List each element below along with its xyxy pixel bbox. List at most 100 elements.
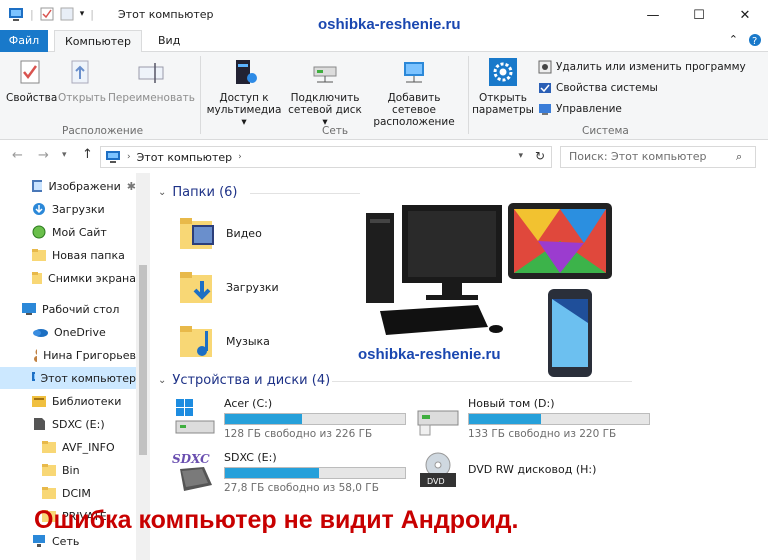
settings-gear-icon bbox=[489, 58, 517, 86]
uninstall-program-button[interactable]: Удалить или изменить программу bbox=[538, 60, 746, 74]
chevron-down-icon: ⌄ bbox=[158, 187, 167, 198]
forward-arrow-icon[interactable]: → bbox=[38, 148, 49, 163]
system-properties-icon bbox=[539, 83, 551, 93]
nav-label: Этот компьютер bbox=[40, 371, 137, 385]
group-location: Расположение bbox=[62, 125, 144, 137]
add-network-location-button[interactable]: Добавить сетевое расположение bbox=[364, 58, 464, 128]
tab-view[interactable]: Вид bbox=[148, 30, 190, 52]
close-button[interactable]: ✕ bbox=[722, 0, 768, 30]
folder-label: Музыка bbox=[226, 334, 270, 348]
onedrive-cloud-icon bbox=[33, 329, 48, 337]
nav-item-libraries[interactable]: Библиотеки bbox=[0, 390, 136, 412]
network-drive-icon bbox=[313, 66, 337, 83]
folder-item-downloads[interactable]: Загрузки bbox=[178, 269, 279, 305]
nav-item-avf-info[interactable]: AVF_INFO bbox=[0, 436, 136, 458]
explorer-icon bbox=[9, 8, 23, 21]
back-arrow-icon[interactable]: ← bbox=[12, 148, 23, 163]
devices-section-header[interactable]: ⌄ Устройства и диски (4) bbox=[158, 373, 330, 388]
nav-item-my-site[interactable]: Мой Сайт bbox=[0, 221, 136, 243]
folder-item-video[interactable]: Видео bbox=[178, 215, 262, 251]
nav-label: Изображени bbox=[48, 179, 121, 193]
properties-button[interactable]: Свойства bbox=[6, 58, 57, 104]
address-dropdown-icon[interactable]: ▾ bbox=[518, 151, 523, 161]
folders-header-label: Папки (6) bbox=[172, 185, 238, 200]
address-bar[interactable]: › Этот компьютер › ▾ ↻ bbox=[100, 146, 552, 168]
folders-section-header[interactable]: ⌄ Папки (6) bbox=[158, 185, 237, 200]
nav-label: AVF_INFO bbox=[62, 440, 115, 454]
content-pane: ⌄ Папки (6) Видео Загрузки Музыка ⌄ Устр… bbox=[150, 173, 768, 560]
nav-item-desktop[interactable]: Рабочий стол bbox=[0, 298, 136, 320]
nav-item-this-pc[interactable]: Этот компьютер bbox=[0, 367, 136, 389]
drive-free-space: 133 ГБ свободно из 220 ГБ bbox=[468, 428, 617, 440]
open-settings-label-1: Открыть bbox=[479, 92, 527, 104]
navigation-pane: Изображени ✱ Загрузки Мой Сайт Новая пап… bbox=[0, 173, 150, 560]
properties-qa-icon[interactable] bbox=[40, 7, 54, 21]
up-arrow-icon[interactable]: ↑ bbox=[82, 147, 93, 162]
nav-label: Bin bbox=[62, 463, 80, 477]
media-access-label-1: Доступ к bbox=[219, 92, 269, 104]
tab-computer[interactable]: Компьютер bbox=[54, 30, 142, 53]
nav-item-pictures[interactable]: Изображени ✱ bbox=[0, 175, 136, 197]
breadcrumb-chevron-icon[interactable]: › bbox=[238, 152, 242, 162]
svg-text:?: ? bbox=[752, 36, 757, 47]
nav-label: Сеть bbox=[52, 534, 80, 548]
nav-item-onedrive[interactable]: OneDrive bbox=[0, 321, 136, 343]
media-access-button[interactable]: Доступ к мультимедиа ▾ bbox=[204, 58, 284, 128]
maximize-button[interactable]: ☐ bbox=[676, 0, 722, 30]
open-settings-button[interactable]: Открыть параметры bbox=[472, 58, 534, 116]
new-folder-qa-icon[interactable] bbox=[60, 7, 74, 21]
devices-header-label: Устройства и диски (4) bbox=[172, 373, 331, 388]
uninstall-label: Удалить или изменить программу bbox=[556, 61, 746, 73]
rename-button[interactable]: Переименовать bbox=[108, 58, 195, 104]
user-icon bbox=[34, 349, 38, 362]
folder-icon bbox=[32, 249, 46, 261]
network-icon bbox=[33, 535, 45, 547]
breadcrumb-this-pc[interactable]: Этот компьютер bbox=[137, 151, 233, 164]
nav-scrollbar-thumb[interactable] bbox=[139, 265, 147, 455]
nav-item-dcim[interactable]: DCIM bbox=[0, 482, 136, 504]
search-input[interactable]: Поиск: Этот компьютер bbox=[560, 146, 756, 168]
folder-icon bbox=[32, 272, 43, 284]
drive-item-e[interactable]: SDXC SDXC (E:) 27,8 ГБ свободно из 58,0 … bbox=[172, 451, 406, 495]
watermark-middle: oshibka-reshenie.ru bbox=[358, 346, 501, 363]
minimize-button[interactable]: — bbox=[630, 0, 676, 30]
map-drive-label-1: Подключить bbox=[290, 92, 360, 104]
drive-free-space: 27,8 ГБ свободно из 58,0 ГБ bbox=[224, 482, 379, 494]
ribbon-tabs: Файл Компьютер Вид ⌃ ? bbox=[0, 30, 768, 53]
breadcrumb-separator-icon[interactable]: › bbox=[127, 152, 131, 162]
hard-drive-icon bbox=[417, 410, 459, 436]
nav-item-sdxc[interactable]: SDXC (E:) bbox=[0, 413, 136, 435]
nav-label: Загрузки bbox=[52, 202, 105, 216]
nav-item-screenshots[interactable]: Снимки экрана bbox=[0, 267, 136, 289]
sdxc-logo-text: SDXC bbox=[172, 452, 210, 466]
drive-item-c[interactable]: Acer (C:) 128 ГБ свободно из 226 ГБ bbox=[172, 397, 406, 441]
drive-item-h[interactable]: DVD DVD RW дисковод (H:) bbox=[416, 451, 596, 491]
rename-icon bbox=[138, 63, 164, 83]
nav-label: Новая папка bbox=[52, 248, 125, 262]
drive-usage-bar bbox=[224, 413, 406, 425]
add-network-label-1: Добавить сетевое bbox=[387, 92, 441, 116]
manage-button[interactable]: Управление bbox=[538, 102, 622, 116]
nav-scrollbar[interactable] bbox=[136, 173, 150, 560]
help-icon[interactable]: ? bbox=[748, 33, 762, 47]
media-server-icon bbox=[236, 60, 257, 84]
nav-item-downloads[interactable]: Загрузки bbox=[0, 198, 136, 220]
nav-item-new-folder[interactable]: Новая папка bbox=[0, 244, 136, 266]
drive-item-d[interactable]: Новый том (D:) 133 ГБ свободно из 220 ГБ bbox=[416, 397, 650, 441]
customize-qa-icon[interactable]: ▾ bbox=[80, 9, 85, 19]
properties-icon bbox=[20, 60, 40, 84]
pin-icon: ✱ bbox=[126, 179, 136, 193]
open-button[interactable]: Открыть bbox=[58, 58, 106, 104]
recent-locations-icon[interactable]: ▾ bbox=[62, 150, 67, 160]
nav-label: Рабочий стол bbox=[42, 302, 120, 316]
nav-item-bin[interactable]: Bin bbox=[0, 459, 136, 481]
folder-item-music[interactable]: Музыка bbox=[178, 323, 270, 359]
map-drive-button[interactable]: Подключить сетевой диск ▾ bbox=[286, 58, 364, 128]
sdxc-drive-icon: SDXC bbox=[172, 452, 212, 491]
downloads-folder-icon bbox=[180, 272, 212, 303]
system-properties-button[interactable]: Свойства системы bbox=[538, 81, 658, 95]
collapse-ribbon-icon[interactable]: ⌃ bbox=[729, 33, 738, 47]
refresh-icon[interactable]: ↻ bbox=[535, 149, 545, 163]
tab-file[interactable]: Файл bbox=[0, 30, 48, 52]
nav-item-user[interactable]: Нина Григорьев bbox=[0, 344, 136, 366]
